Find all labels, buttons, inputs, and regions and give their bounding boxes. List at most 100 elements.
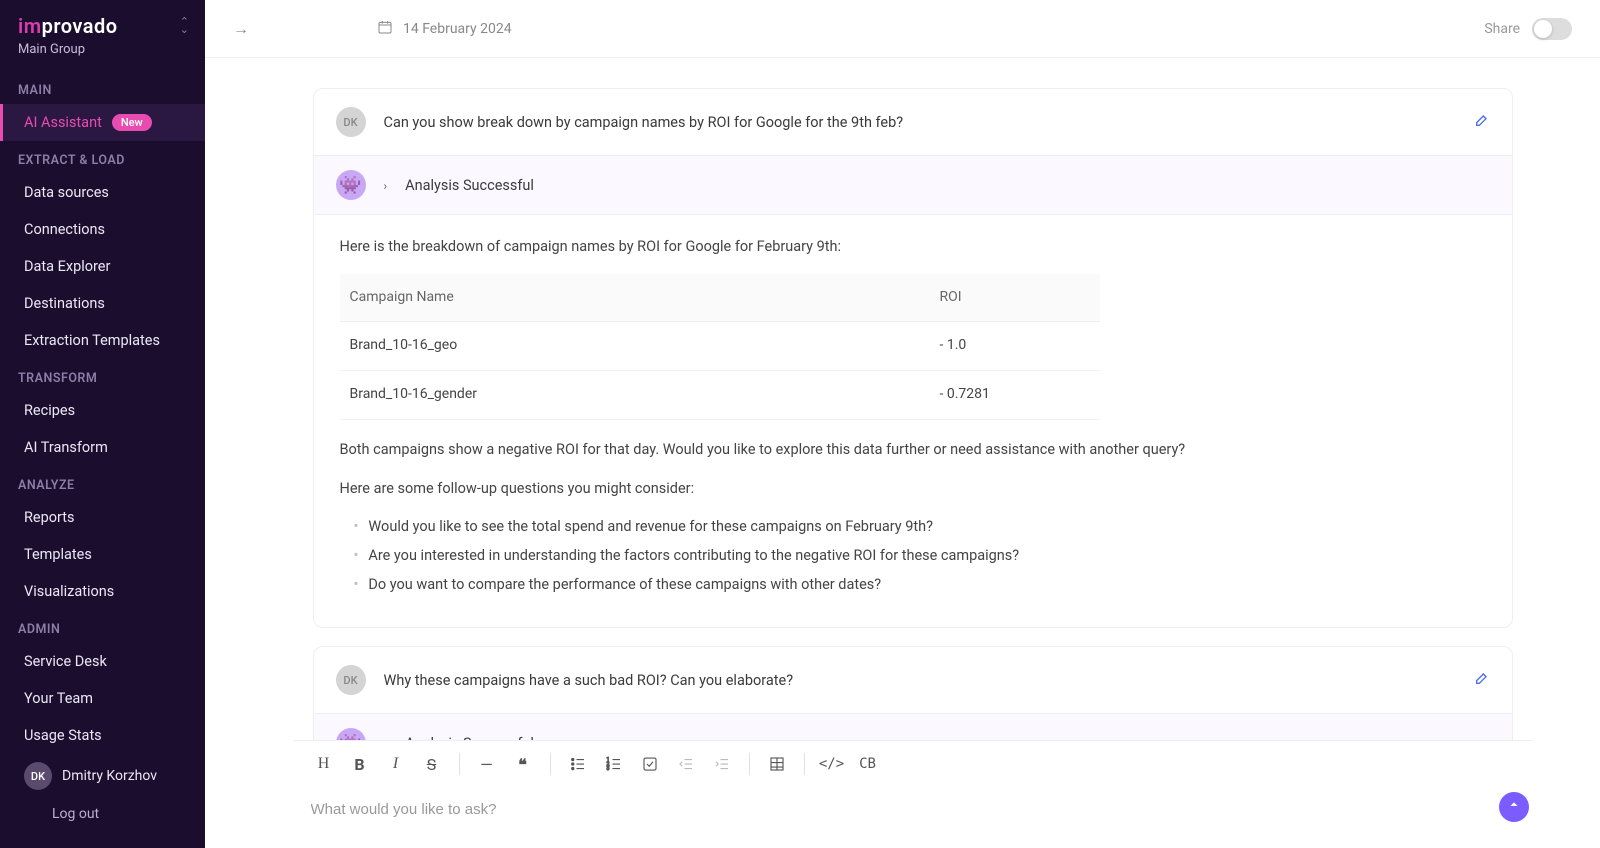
date-text: 14 February 2024	[403, 21, 512, 37]
followup-item: Do you want to compare the performance o…	[354, 573, 1486, 598]
user-avatar: DK	[24, 762, 52, 790]
edit-icon[interactable]	[1474, 112, 1490, 132]
user-message: DK Why these campaigns have a such bad R…	[314, 647, 1512, 713]
sidebar-item-data-sources[interactable]: Data sources	[0, 174, 205, 211]
italic-icon[interactable]: I	[379, 749, 413, 779]
brand-row: improvado ⌃⌄	[0, 12, 205, 42]
cell-campaign: Brand_10-16_gender	[340, 371, 930, 420]
new-badge: New	[112, 114, 152, 131]
results-table: Campaign Name ROI Brand_10-16_geo - 1.0 …	[340, 274, 1100, 420]
share-label: Share	[1484, 21, 1520, 37]
brand-logo: improvado	[18, 14, 118, 38]
sidebar-item-label: Destinations	[24, 295, 105, 312]
toolbar-separator	[804, 753, 805, 775]
conversation-block: DK Why these campaigns have a such bad R…	[313, 646, 1513, 740]
table-row: Brand_10-16_geo - 1.0	[340, 322, 1100, 371]
sidebar-item-label: Reports	[24, 509, 75, 526]
topbar: → 14 February 2024 Share	[205, 0, 1600, 58]
section-extract: EXTRACT & LOAD	[0, 141, 205, 174]
heading-icon[interactable]: H	[307, 749, 341, 779]
code-block-icon[interactable]: CB	[851, 749, 885, 779]
sidebar-item-ai-transform[interactable]: AI Transform	[0, 429, 205, 466]
cell-roi: - 1.0	[930, 322, 1100, 371]
send-button[interactable]	[1499, 792, 1529, 822]
sidebar-item-your-team[interactable]: Your Team	[0, 680, 205, 717]
followup-item: Are you interested in understanding the …	[354, 544, 1486, 569]
chat-scroll[interactable]: DK Can you show break down by campaign n…	[205, 58, 1600, 740]
ai-status-row[interactable]: 👾 › Analysis Successful	[314, 155, 1512, 215]
ai-summary: Both campaigns show a negative ROI for t…	[340, 438, 1486, 463]
user-avatar: DK	[336, 107, 366, 137]
followup-intro: Here are some follow-up questions you mi…	[340, 477, 1486, 502]
followup-list: Would you like to see the total spend an…	[354, 515, 1486, 597]
composer: H B I S — ❝ 123 </> CB	[293, 740, 1533, 836]
sidebar-item-label: Data sources	[24, 184, 109, 201]
strikethrough-icon[interactable]: S	[415, 749, 449, 779]
user-message-text: Can you show break down by campaign name…	[384, 114, 904, 131]
ai-avatar-icon: 👾	[336, 728, 366, 740]
message-input[interactable]	[311, 801, 1515, 818]
quote-icon[interactable]: ❝	[506, 749, 540, 779]
toolbar-separator	[550, 753, 551, 775]
sidebar-item-ai-assistant[interactable]: AI Assistant New	[0, 104, 205, 141]
section-admin: ADMIN	[0, 610, 205, 643]
section-transform: TRANSFORM	[0, 359, 205, 392]
toolbar-separator	[459, 753, 460, 775]
edit-icon[interactable]	[1474, 670, 1490, 690]
user-message: DK Can you show break down by campaign n…	[314, 89, 1512, 155]
ai-intro: Here is the breakdown of campaign names …	[340, 235, 1486, 260]
date-display: 14 February 2024	[377, 19, 512, 39]
user-profile[interactable]: DK Dmitry Korzhov	[0, 754, 205, 798]
table-header-campaign: Campaign Name	[340, 274, 930, 322]
sidebar-item-label: Data Explorer	[24, 258, 110, 275]
code-icon[interactable]: </>	[815, 749, 849, 779]
sidebar-collapse-icon[interactable]: →	[233, 19, 249, 39]
user-message-text: Why these campaigns have a such bad ROI?…	[384, 672, 794, 689]
sidebar-item-label: Your Team	[24, 690, 93, 707]
ai-status-row[interactable]: 👾 › Analysis Successful	[314, 713, 1512, 740]
numbered-list-icon[interactable]: 123	[597, 749, 631, 779]
share-toggle[interactable]	[1532, 18, 1572, 40]
table-header-roi: ROI	[930, 274, 1100, 322]
ai-avatar-icon: 👾	[336, 170, 366, 200]
sidebar-item-label: Connections	[24, 221, 105, 238]
toolbar-separator	[749, 753, 750, 775]
checklist-icon[interactable]	[633, 749, 667, 779]
group-switch-icon[interactable]: ⌃⌄	[180, 18, 189, 34]
chevron-right-icon: ›	[384, 737, 388, 740]
sidebar-item-extraction-templates[interactable]: Extraction Templates	[0, 322, 205, 359]
logout-link[interactable]: Log out	[0, 798, 205, 834]
svg-text:3: 3	[606, 766, 609, 772]
sidebar-item-templates[interactable]: Templates	[0, 536, 205, 573]
sidebar-item-label: AI Assistant	[24, 114, 102, 131]
sidebar-item-label: Service Desk	[24, 653, 107, 670]
followup-item: Would you like to see the total spend an…	[354, 515, 1486, 540]
ai-status-text: Analysis Successful	[405, 177, 534, 194]
bold-icon[interactable]: B	[343, 749, 377, 779]
input-row	[293, 787, 1533, 836]
sidebar-item-recipes[interactable]: Recipes	[0, 392, 205, 429]
sidebar-item-label: Templates	[24, 546, 92, 563]
group-name[interactable]: Main Group	[0, 42, 205, 71]
sidebar-item-connections[interactable]: Connections	[0, 211, 205, 248]
chevron-right-icon: ›	[384, 179, 388, 193]
sidebar-item-label: Visualizations	[24, 583, 114, 600]
sidebar-item-destinations[interactable]: Destinations	[0, 285, 205, 322]
horizontal-rule-icon[interactable]: —	[470, 749, 504, 779]
sidebar-item-usage-stats[interactable]: Usage Stats	[0, 717, 205, 754]
table-icon[interactable]	[760, 749, 794, 779]
sidebar-item-data-explorer[interactable]: Data Explorer	[0, 248, 205, 285]
outdent-icon[interactable]	[669, 749, 703, 779]
cell-roi: - 0.7281	[930, 371, 1100, 420]
ai-response-body: Here is the breakdown of campaign names …	[314, 215, 1512, 627]
bullet-list-icon[interactable]	[561, 749, 595, 779]
table-row: Brand_10-16_gender - 0.7281	[340, 371, 1100, 420]
section-main: MAIN	[0, 71, 205, 104]
cell-campaign: Brand_10-16_geo	[340, 322, 930, 371]
sidebar-item-label: Recipes	[24, 402, 75, 419]
indent-icon[interactable]	[705, 749, 739, 779]
sidebar-item-service-desk[interactable]: Service Desk	[0, 643, 205, 680]
sidebar-item-reports[interactable]: Reports	[0, 499, 205, 536]
sidebar-item-visualizations[interactable]: Visualizations	[0, 573, 205, 610]
user-name: Dmitry Korzhov	[62, 768, 157, 784]
